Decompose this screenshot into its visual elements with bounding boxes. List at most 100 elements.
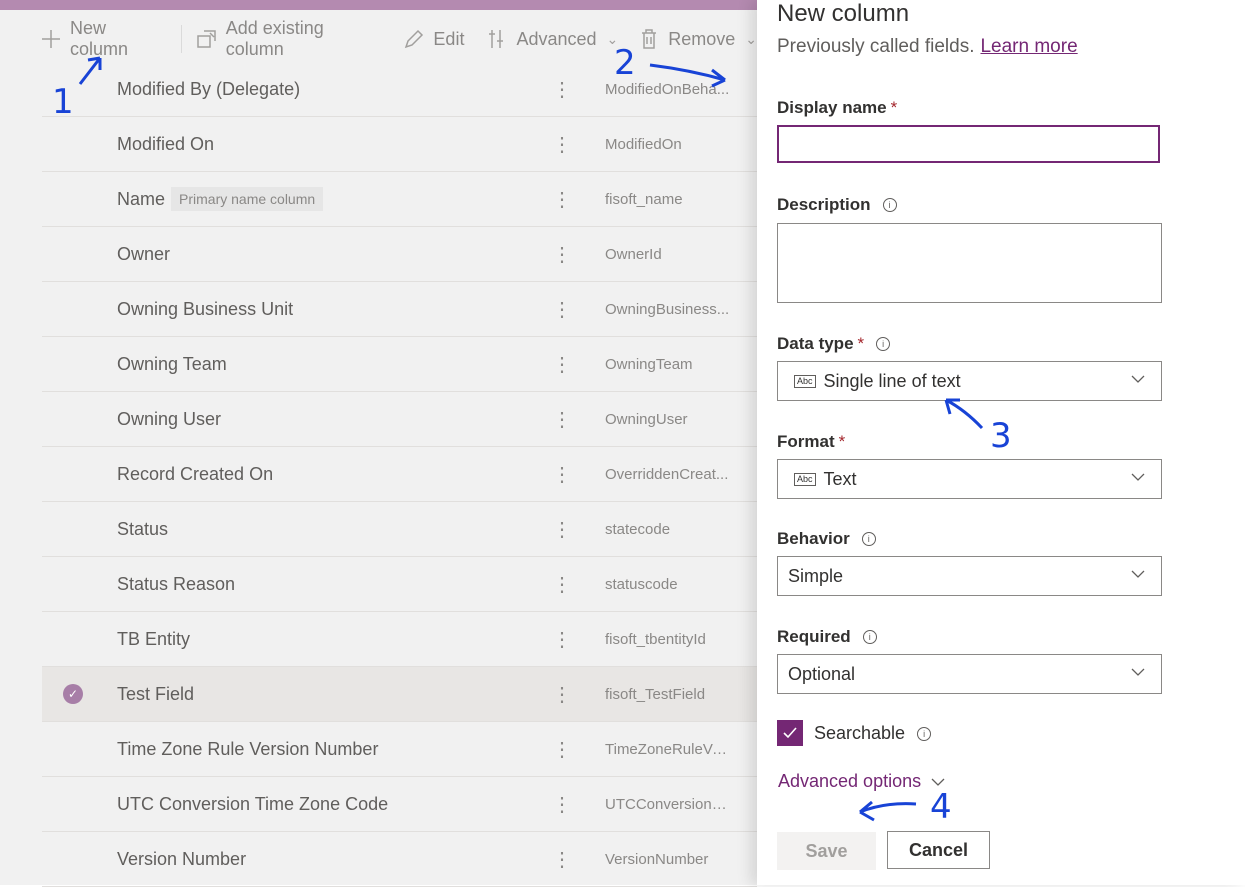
column-display-name-text: Modified By (Delegate) xyxy=(117,78,301,99)
text-type-icon: Abc xyxy=(794,472,816,486)
cancel-button[interactable]: Cancel xyxy=(887,831,990,869)
column-schema-name: OwningTeam xyxy=(605,355,693,373)
advanced-label: Advanced xyxy=(516,28,597,49)
add-existing-column-label: Add existing column xyxy=(225,18,324,59)
remove-button[interactable]: Remove ⌄ xyxy=(638,19,757,59)
description-textarea[interactable] xyxy=(777,223,1162,303)
advanced-menu-button[interactable]: Advanced ⌄ xyxy=(486,19,618,59)
column-display-name: Status Reason xyxy=(117,574,235,595)
more-options-icon[interactable]: ⋮ xyxy=(552,77,572,102)
searchable-checkbox[interactable] xyxy=(777,720,803,746)
column-display-name-text: TB Entity xyxy=(117,628,191,649)
column-display-name-text: Owner xyxy=(117,243,171,264)
panel-subtitle: Previously called fields. Learn more xyxy=(777,36,1078,58)
table-row[interactable]: Status ⋮ statecode xyxy=(42,502,757,557)
more-options-icon[interactable]: ⋮ xyxy=(552,517,572,542)
table-row[interactable]: TB Entity ⋮ fisoft_tbentityId xyxy=(42,612,757,667)
format-label-text: Format xyxy=(777,432,835,451)
advanced-options-label: Advanced options xyxy=(778,771,922,791)
table-row[interactable]: Owner ⋮ OwnerId xyxy=(42,227,757,282)
required-asterisk: * xyxy=(857,334,865,353)
edit-label: Edit xyxy=(433,28,465,49)
column-schema-name: TimeZoneRuleVe... xyxy=(605,740,731,758)
row-selected-check-icon[interactable]: ✓ xyxy=(63,684,83,704)
format-value: Text xyxy=(823,468,857,489)
table-row[interactable]: UTC Conversion Time Zone Code ⋮ UTCConvers… xyxy=(42,777,757,832)
more-options-icon[interactable]: ⋮ xyxy=(552,242,572,267)
column-display-name-text: Owning Team xyxy=(117,353,227,374)
table-row[interactable]: Time Zone Rule Version Number ⋮ TimeZoneRu… xyxy=(42,722,757,777)
more-options-icon[interactable]: ⋮ xyxy=(552,737,572,762)
column-display-name-text: Owning User xyxy=(117,408,222,429)
required-label-text: Required xyxy=(777,627,851,646)
command-bar: New column Add existing column Edit Adva… xyxy=(0,10,757,68)
new-column-label: New column xyxy=(70,18,129,59)
column-schema-name: fisoft_TestField xyxy=(605,685,706,703)
column-display-name: Name Primary name column xyxy=(117,187,324,211)
more-options-icon[interactable]: ⋮ xyxy=(552,407,572,432)
table-row[interactable]: Modified On ⋮ ModifiedOn xyxy=(42,117,757,172)
column-display-name-text: UTC Conversion Time Zone Code xyxy=(117,793,389,814)
columns-list: Modified By (Delegate) ⋮ ModifiedOnBeha...… xyxy=(42,62,757,887)
column-display-name: Version Number xyxy=(117,849,246,870)
table-row[interactable]: Owning Team ⋮ OwningTeam xyxy=(42,337,757,392)
chevron-down-icon xyxy=(1131,375,1145,383)
more-options-icon[interactable]: ⋮ xyxy=(552,792,572,817)
table-row[interactable]: Record Created On ⋮ OverriddenCreat... xyxy=(42,447,757,502)
chevron-down-icon: ⌄ xyxy=(745,30,758,47)
more-options-icon[interactable]: ⋮ xyxy=(552,682,572,707)
advanced-options-toggle[interactable]: Advanced options xyxy=(778,771,945,792)
more-options-icon[interactable]: ⋮ xyxy=(552,352,572,377)
chevron-down-icon: ⌄ xyxy=(606,30,619,47)
panel-title: New column xyxy=(777,0,910,27)
table-row[interactable]: Owning Business Unit ⋮ OwningBusiness... xyxy=(42,282,757,337)
data-type-dropdown[interactable]: Abc Single line of text xyxy=(777,361,1162,401)
table-row[interactable]: Name Primary name column ⋮ fisoft_name xyxy=(42,172,757,227)
learn-more-link[interactable]: Learn more xyxy=(980,36,1077,57)
more-options-icon[interactable]: ⋮ xyxy=(552,572,572,597)
searchable-label: Searchable i xyxy=(814,723,932,744)
required-value: Optional xyxy=(788,663,856,684)
more-options-icon[interactable]: ⋮ xyxy=(552,132,572,157)
info-icon[interactable]: i xyxy=(876,337,891,351)
more-options-icon[interactable]: ⋮ xyxy=(552,462,572,487)
info-icon[interactable]: i xyxy=(861,532,876,546)
chevron-down-icon xyxy=(1131,473,1145,481)
app-header-strip xyxy=(0,0,757,10)
add-existing-column-button[interactable]: Add existing column xyxy=(196,18,384,59)
behavior-value: Simple xyxy=(788,565,844,586)
info-icon[interactable]: i xyxy=(917,726,932,741)
table-row[interactable]: Modified By (Delegate) ⋮ ModifiedOnBeha... xyxy=(42,62,757,117)
table-row[interactable]: ✓ Test Field ⋮ fisoft_TestField xyxy=(42,667,757,722)
column-display-name: Owning Team xyxy=(117,354,227,375)
edit-button[interactable]: Edit xyxy=(403,19,464,59)
toolbar-divider xyxy=(180,25,182,53)
info-icon[interactable]: i xyxy=(882,198,897,212)
new-column-button[interactable]: New column xyxy=(40,18,167,59)
info-icon[interactable]: i xyxy=(862,630,877,644)
chevron-down-icon xyxy=(1131,570,1145,578)
table-row[interactable]: Status Reason ⋮ statuscode xyxy=(42,557,757,612)
behavior-dropdown[interactable]: Simple xyxy=(777,556,1162,596)
format-dropdown[interactable]: Abc Text xyxy=(777,459,1162,499)
column-display-name-text: Modified On xyxy=(117,133,215,154)
required-label: Required i xyxy=(777,627,877,647)
more-options-icon[interactable]: ⋮ xyxy=(552,627,572,652)
column-display-name: Owning User xyxy=(117,409,221,430)
more-options-icon[interactable]: ⋮ xyxy=(552,187,572,212)
column-schema-name: fisoft_tbentityId xyxy=(605,630,706,648)
column-schema-name: VersionNumber xyxy=(605,850,709,868)
more-options-icon[interactable]: ⋮ xyxy=(552,297,572,322)
column-schema-name: UTCConversionTi... xyxy=(605,795,731,813)
save-button[interactable]: Save xyxy=(777,832,876,870)
required-asterisk: * xyxy=(890,98,898,117)
display-name-input[interactable] xyxy=(777,125,1160,163)
required-dropdown[interactable]: Optional xyxy=(777,654,1162,694)
table-row[interactable]: Version Number ⋮ VersionNumber xyxy=(42,832,757,887)
plus-icon xyxy=(40,28,62,50)
more-options-icon[interactable]: ⋮ xyxy=(552,847,572,872)
add-existing-icon xyxy=(196,28,218,50)
column-display-name: Time Zone Rule Version Number xyxy=(117,739,378,760)
table-row[interactable]: Owning User ⋮ OwningUser xyxy=(42,392,757,447)
pencil-icon xyxy=(403,28,425,50)
